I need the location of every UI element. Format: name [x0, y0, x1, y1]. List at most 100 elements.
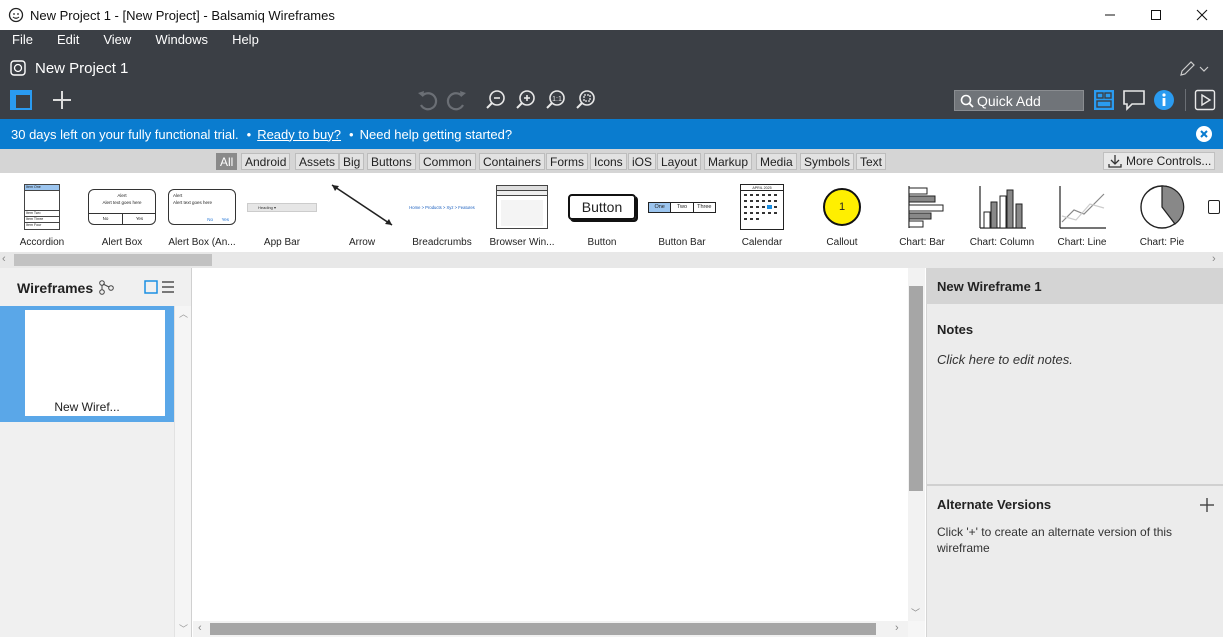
presentation-mode-button[interactable]: [1194, 89, 1216, 111]
add-wireframe-button[interactable]: [51, 89, 73, 111]
library-item-chart-line[interactable]: Chart: Line: [1042, 179, 1122, 259]
scroll-right-arrow-icon[interactable]: ›: [1212, 253, 1216, 265]
library-item-calendar[interactable]: APRIL 2025 Calendar: [722, 179, 802, 259]
menu-view[interactable]: View: [91, 32, 143, 47]
close-window-button[interactable]: [1179, 0, 1223, 30]
chart-pie-thumbnail: [1122, 179, 1202, 235]
scroll-up-arrow-icon[interactable]: ︿: [179, 307, 188, 320]
library-item-alert-box[interactable]: Alert Alert text goes here No Yes Alert …: [82, 179, 162, 259]
callout-thumb-number: 1: [823, 188, 861, 226]
zoom-fit-button[interactable]: [574, 88, 598, 112]
library-item-callout[interactable]: 1 Callout: [802, 179, 882, 259]
plus-icon: [53, 91, 71, 109]
appbar-thumb-text: Heading ▾: [247, 202, 317, 212]
canvas-hscroll-thumb[interactable]: [210, 623, 876, 635]
branch-icon[interactable]: [98, 280, 116, 296]
category-text[interactable]: Text: [856, 153, 887, 170]
library-item-alert-box-android[interactable]: Alert Alert text goes here No Yes Alert …: [162, 179, 242, 259]
thumbnail-view-icon[interactable]: [144, 280, 158, 294]
accordion-thumb-item: Item Four: [26, 223, 42, 227]
browser-window-thumbnail: [482, 179, 562, 235]
undo-button[interactable]: [415, 88, 439, 112]
library-item-accordion[interactable]: Item One Item Two Item Three Item Four A…: [2, 179, 82, 259]
menu-file[interactable]: File: [0, 32, 45, 47]
scroll-down-arrow-icon[interactable]: ﹀: [179, 622, 188, 635]
scroll-down-arrow-icon[interactable]: ﹀: [911, 606, 920, 619]
button-thumbnail: Button: [562, 179, 642, 235]
wireframe-thumbnail: New Wiref...: [25, 310, 165, 416]
toggle-navigator-button[interactable]: [10, 89, 32, 111]
library-item-partial[interactable]: [1208, 200, 1220, 214]
ui-library-button[interactable]: [1093, 89, 1115, 111]
category-forms[interactable]: Forms: [546, 153, 588, 170]
library-scroll-thumb[interactable]: [14, 254, 212, 266]
list-view-icon[interactable]: [161, 280, 175, 294]
library-item-label: Button: [587, 237, 617, 248]
close-icon: [1196, 9, 1208, 21]
category-containers[interactable]: Containers: [479, 153, 546, 170]
category-common[interactable]: Common: [419, 153, 476, 170]
info-button[interactable]: [1153, 89, 1175, 111]
alert-thumb-text: Alert text goes here: [173, 200, 213, 205]
minimize-icon: [1105, 14, 1115, 16]
library-item-button-bar[interactable]: One Two Three Button Bar: [642, 179, 722, 259]
category-buttons[interactable]: Buttons: [367, 153, 416, 170]
zoom-in-button[interactable]: [514, 88, 538, 112]
library-item-button[interactable]: Button Button: [562, 179, 642, 259]
balsamiq-app-icon: [8, 7, 24, 23]
category-android[interactable]: Android: [241, 153, 291, 170]
project-bar: New Project 1: [0, 49, 1223, 86]
ready-to-buy-link[interactable]: Ready to buy?: [257, 127, 341, 142]
menu-windows[interactable]: Windows: [143, 32, 220, 47]
edit-project-button[interactable]: [1178, 60, 1212, 78]
library-item-chart-column[interactable]: Chart: Column: [962, 179, 1042, 259]
scroll-left-arrow-icon[interactable]: ‹: [2, 253, 6, 265]
category-ios[interactable]: iOS: [628, 153, 657, 170]
help-getting-started-link[interactable]: Need help getting started?: [360, 127, 513, 142]
menu-help[interactable]: Help: [220, 32, 271, 47]
canvas-vertical-scrollbar[interactable]: ﹀: [908, 268, 925, 621]
library-item-breadcrumbs[interactable]: Home > Products > Xyz > Features Breadcr…: [402, 179, 482, 259]
wireframe-list-item[interactable]: New Wiref...: [0, 306, 174, 422]
category-media[interactable]: Media: [756, 153, 797, 170]
zoom-out-button[interactable]: [484, 88, 508, 112]
canvas-horizontal-scrollbar[interactable]: ‹ ›: [193, 621, 908, 637]
wireframe-title: New Wireframe 1: [937, 279, 1042, 294]
wireframe-canvas[interactable]: [193, 268, 908, 621]
category-symbols[interactable]: Symbols: [800, 153, 855, 170]
bar-chart-icon: [908, 186, 944, 228]
app-bar-thumbnail: Heading ▾: [242, 179, 322, 235]
category-assets[interactable]: Assets: [295, 153, 340, 170]
chart-bar-thumbnail: [882, 179, 962, 235]
library-horizontal-scrollbar[interactable]: ‹ ›: [0, 252, 1223, 268]
category-all[interactable]: All: [216, 153, 238, 170]
more-controls-button[interactable]: More Controls...: [1103, 152, 1215, 170]
category-big[interactable]: Big: [339, 153, 365, 170]
comments-button[interactable]: [1122, 89, 1146, 111]
navigator-vertical-scrollbar[interactable]: ︿ ﹀: [174, 306, 191, 637]
notes-edit-placeholder[interactable]: Click here to edit notes.: [937, 352, 1073, 367]
library-item-label: Callout: [826, 237, 858, 248]
library-item-browser-window[interactable]: Browser Win...: [482, 179, 562, 259]
category-icons[interactable]: Icons: [590, 153, 627, 170]
library-item-chart-pie[interactable]: Chart: Pie: [1122, 179, 1202, 259]
canvas-vscroll-thumb[interactable]: [909, 286, 923, 491]
category-layout[interactable]: Layout: [657, 153, 702, 170]
zoom-fit-icon: [576, 90, 595, 109]
menu-edit[interactable]: Edit: [45, 32, 91, 47]
redo-button[interactable]: [445, 88, 469, 112]
dismiss-trial-button[interactable]: [1196, 126, 1212, 142]
scroll-left-arrow-icon[interactable]: ‹: [198, 622, 202, 634]
actual-size-button[interactable]: 1:1: [544, 88, 568, 112]
add-alternate-icon[interactable]: [1199, 497, 1215, 513]
minimize-button[interactable]: [1087, 0, 1133, 30]
maximize-button[interactable]: [1133, 0, 1179, 30]
alert-thumb-text: Alert text goes here: [102, 200, 142, 205]
canvas-area[interactable]: ﹀ ‹ ›: [193, 268, 925, 637]
library-item-app-bar[interactable]: Heading ▾ App Bar: [242, 179, 322, 259]
quick-add-field[interactable]: Quick Add: [954, 90, 1084, 111]
category-markup[interactable]: Markup: [704, 153, 753, 170]
library-item-chart-bar[interactable]: Chart: Bar: [882, 179, 962, 259]
scroll-right-arrow-icon[interactable]: ›: [895, 622, 899, 634]
library-item-arrow[interactable]: Arrow: [322, 179, 402, 259]
